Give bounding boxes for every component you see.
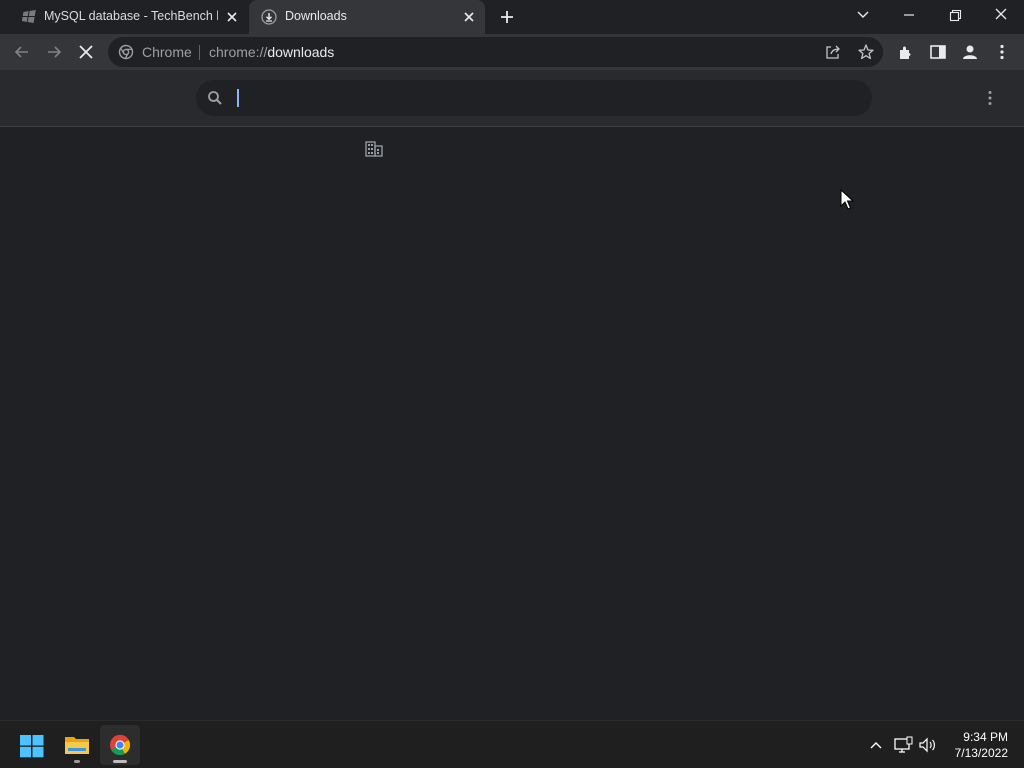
minimize-icon[interactable] xyxy=(895,4,923,26)
tab-mysql-techbench[interactable]: MySQL database - TechBench by xyxy=(8,0,248,34)
side-panel-icon[interactable] xyxy=(928,42,948,62)
tab-title: Downloads xyxy=(285,9,347,23)
start-button[interactable] xyxy=(12,725,52,765)
network-icon[interactable] xyxy=(893,735,913,755)
tab-downloads[interactable]: Downloads xyxy=(249,0,485,34)
windows-taskbar: 9:34 PM 7/13/2022 xyxy=(0,720,1024,768)
back-icon[interactable] xyxy=(12,42,32,62)
close-icon[interactable] xyxy=(461,9,477,25)
downloads-header xyxy=(0,70,1024,127)
system-clock[interactable]: 9:34 PM 7/13/2022 xyxy=(942,729,1008,761)
tab-search-icon[interactable] xyxy=(849,4,877,26)
forward-icon[interactable] xyxy=(44,42,64,62)
address-bar[interactable]: Chrome chrome://downloads xyxy=(108,37,883,67)
profile-avatar-icon[interactable] xyxy=(960,42,980,62)
chrome-site-icon xyxy=(118,44,134,60)
taskbar-chrome[interactable] xyxy=(100,725,140,765)
tab-title: MySQL database - TechBench by xyxy=(44,9,218,23)
search-icon xyxy=(208,91,222,105)
url-scheme: chrome:// xyxy=(209,44,268,60)
share-icon[interactable] xyxy=(824,43,842,61)
site-chip-label: Chrome xyxy=(142,44,192,60)
download-icon xyxy=(261,9,277,25)
close-window-icon[interactable] xyxy=(987,4,1015,26)
tab-strip: MySQL database - TechBench by Downloads xyxy=(0,0,1024,34)
chrome-menu-icon[interactable] xyxy=(992,42,1012,62)
stop-loading-icon[interactable] xyxy=(76,42,96,62)
file-explorer-icon xyxy=(65,737,89,754)
running-indicator xyxy=(74,760,80,763)
url-host: downloads xyxy=(267,44,335,60)
close-icon[interactable] xyxy=(224,9,240,25)
url-text[interactable]: chrome://downloads xyxy=(209,44,334,60)
browser-toolbar: Chrome chrome://downloads xyxy=(0,34,1024,70)
bookmark-star-icon[interactable] xyxy=(857,43,875,61)
clock-date: 7/13/2022 xyxy=(954,746,1008,760)
more-actions-icon[interactable] xyxy=(980,88,1000,108)
techbench-logo-icon xyxy=(21,10,36,23)
downloads-list-area xyxy=(0,128,1024,720)
search-input[interactable] xyxy=(234,86,854,110)
chevron-up-icon[interactable] xyxy=(866,735,886,755)
mouse-cursor-icon xyxy=(840,189,854,210)
start-icon xyxy=(20,735,44,758)
taskbar-file-explorer[interactable] xyxy=(57,725,97,765)
managed-by-organization-icon xyxy=(365,141,383,157)
downloads-search-box[interactable] xyxy=(196,80,872,116)
chrome-icon xyxy=(110,734,131,756)
text-caret xyxy=(237,89,239,107)
extensions-icon[interactable] xyxy=(896,42,916,62)
volume-icon[interactable] xyxy=(918,735,938,755)
new-tab-icon[interactable] xyxy=(497,7,517,27)
active-indicator xyxy=(113,760,127,763)
restore-icon[interactable] xyxy=(941,4,969,26)
clock-time: 9:34 PM xyxy=(963,730,1008,744)
omnibox-divider xyxy=(199,45,200,60)
